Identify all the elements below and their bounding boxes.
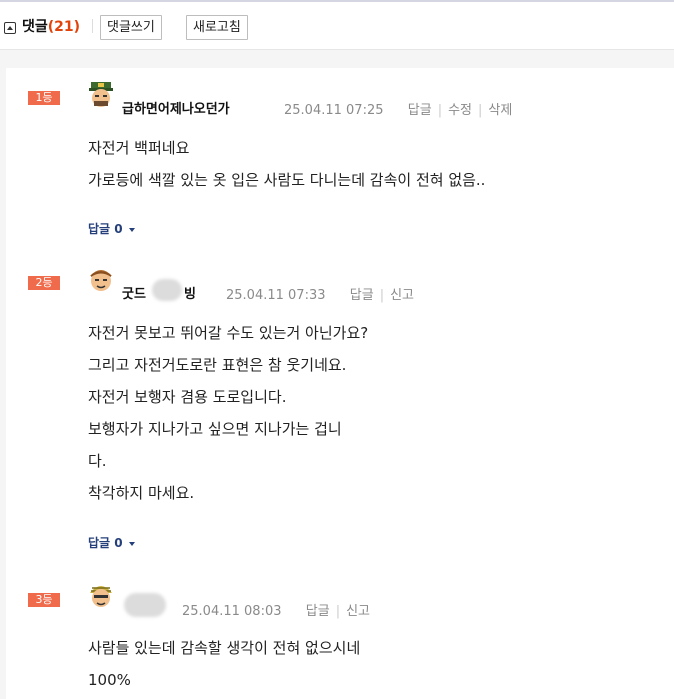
comment-body: 사람들 있는데 감속할 생각이 전혀 없으시네 100% xyxy=(88,632,360,696)
comment-line: 다. xyxy=(88,452,107,470)
comment-line: 보행자가 지나가고 싶으면 지나가는 겁니 xyxy=(88,420,342,438)
comment-body: 자전거 못보고 뛰어갈 수도 있는거 아닌가요? 그리고 자전거도로란 표현은 … xyxy=(88,317,368,509)
comment-header: 댓글(21) 댓글쓰기 새로고침 xyxy=(0,2,674,50)
comment-meta: 25.04.11 08:03 답글 | 신고 xyxy=(182,604,371,619)
reply-toggle[interactable]: 답글 0 xyxy=(88,220,135,237)
comment-time: 25.04.11 08:03 xyxy=(182,604,282,619)
caret-down-icon xyxy=(128,227,135,232)
rank-badge: 1등 xyxy=(28,91,60,105)
comment-line: 착각하지 마세요. xyxy=(88,484,195,502)
comment-line: 자전거 백퍼네요 xyxy=(88,139,190,157)
delete-action[interactable]: 삭제 xyxy=(488,103,512,118)
comment-nickname[interactable]: 급하면어제나오던가 xyxy=(122,98,230,117)
comment-line: 그리고 자전거도로란 표현은 참 웃기네요. xyxy=(88,356,347,374)
header-divider xyxy=(92,19,93,33)
reply-count: 답글 0 xyxy=(88,536,123,550)
comment-title: 댓글(21) xyxy=(22,16,80,36)
rank-badge: 3등 xyxy=(28,593,60,607)
user-avatar-icon[interactable] xyxy=(86,264,116,294)
comment-time: 25.04.11 07:33 xyxy=(226,288,326,303)
report-action[interactable]: 신고 xyxy=(390,288,414,303)
comment-list: 1등 급하면어제나오던가 25.04.11 07:25 답글 | 수정 | 삭제 자전거… xyxy=(0,50,674,699)
comment-nickname[interactable]: 굿드 xyxy=(122,283,146,302)
user-avatar-icon[interactable] xyxy=(86,80,116,110)
masked-nickname xyxy=(152,279,182,301)
comment-title-text: 댓글 xyxy=(22,19,48,35)
comment-line: 가로등에 색깔 있는 옷 입은 사람도 다니는데 감속이 전혀 없음.. xyxy=(88,171,486,189)
reply-toggle[interactable]: 답글 0 xyxy=(88,534,135,551)
comment-nickname-tail: 빙 xyxy=(184,287,196,302)
comment-meta: 25.04.11 07:25 답글 | 수정 | 삭제 xyxy=(284,103,513,118)
comment-count: (21) xyxy=(47,19,81,35)
masked-nickname xyxy=(124,593,166,617)
user-avatar-icon[interactable] xyxy=(86,580,116,610)
write-comment-button[interactable]: 댓글쓰기 xyxy=(100,15,162,40)
comment-meta: 25.04.11 07:33 답글 | 신고 xyxy=(226,288,415,303)
comment-card: 1등 급하면어제나오던가 25.04.11 07:25 답글 | 수정 | 삭제 자전거… xyxy=(6,68,674,699)
comment-time: 25.04.11 07:25 xyxy=(284,103,384,118)
reply-action[interactable]: 답글 xyxy=(350,288,374,303)
reply-action[interactable]: 답글 xyxy=(306,604,330,619)
report-action[interactable]: 신고 xyxy=(346,604,370,619)
comment-line: 자전거 못보고 뛰어갈 수도 있는거 아닌가요? xyxy=(88,324,369,342)
reply-action[interactable]: 답글 xyxy=(408,103,432,118)
refresh-button[interactable]: 새로고침 xyxy=(186,15,248,40)
comment-body: 자전거 백퍼네요 가로등에 색깔 있는 옷 입은 사람도 다니는데 감속이 전혀… xyxy=(88,132,485,196)
caret-down-icon xyxy=(128,541,135,546)
collapse-toggle-icon[interactable] xyxy=(4,22,16,34)
comment-line: 사람들 있는데 감속할 생각이 전혀 없으시네 xyxy=(88,639,361,657)
rank-badge: 2등 xyxy=(28,276,60,290)
comment-line: 100% xyxy=(88,671,131,689)
comment-line: 자전거 보행자 겸용 도로입니다. xyxy=(88,388,287,406)
reply-count: 답글 0 xyxy=(88,222,123,236)
edit-action[interactable]: 수정 xyxy=(448,103,472,118)
